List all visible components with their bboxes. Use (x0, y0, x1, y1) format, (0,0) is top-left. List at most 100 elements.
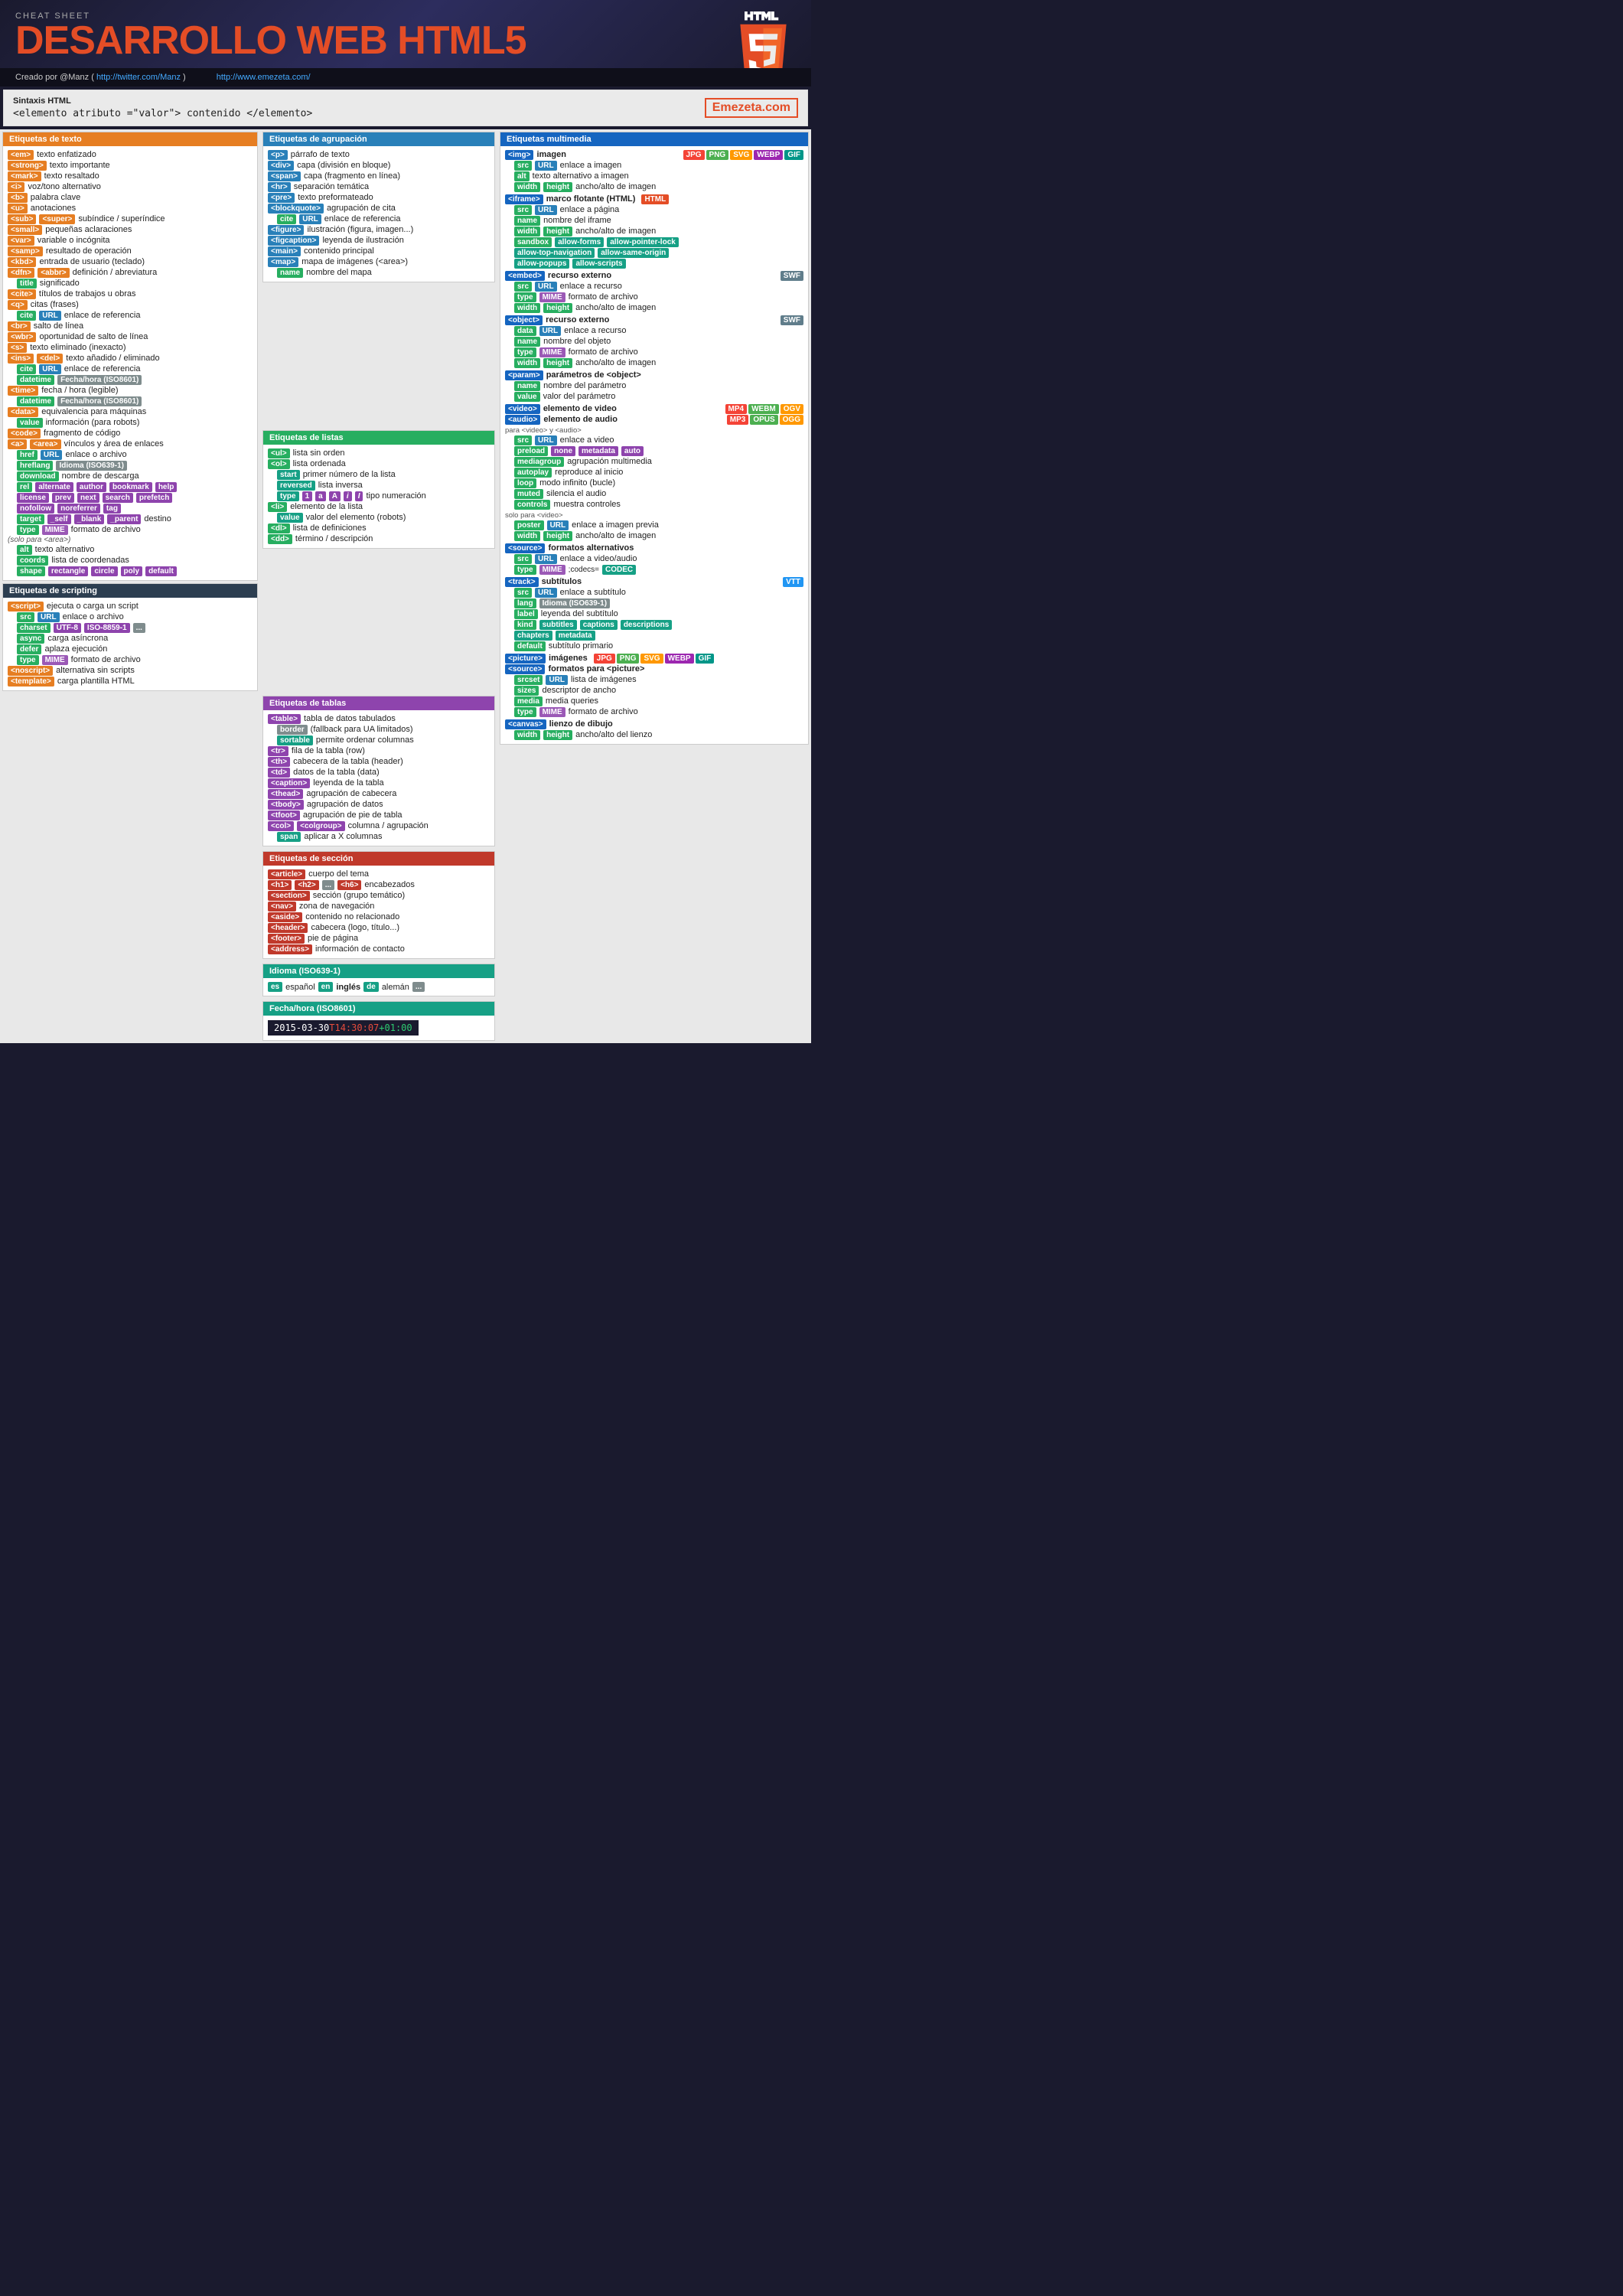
syntax-title: Sintaxis HTML (13, 96, 312, 106)
attr-url-img: URL (535, 161, 557, 171)
attr-muted: muted (514, 489, 543, 499)
attr-type-script: type (17, 655, 39, 665)
desc-src-track: enlace a subtítulo (560, 588, 626, 597)
attr-iso-ins: Fecha/hora (ISO8601) (57, 375, 142, 385)
desc-type-source-pic: formato de archivo (569, 707, 638, 716)
attr-href: href (17, 450, 37, 460)
desc-code: fragmento de código (44, 429, 120, 438)
attr-alt-area: alt (17, 545, 32, 555)
desc-src-iframe: enlace a página (560, 205, 620, 214)
val-circle: circle (91, 566, 117, 576)
etiquetas-multimedia-title: Etiquetas multimedia (500, 132, 808, 146)
desc-cite-ins: enlace de referencia (64, 364, 141, 373)
desc-wh-canvas: ancho/alto del lienzo (575, 730, 652, 739)
desc-em: texto enfatizado (37, 150, 96, 159)
desc-en: inglés (336, 983, 360, 992)
attr-url-q: URL (39, 311, 61, 321)
fmt-png-pic: PNG (617, 654, 640, 664)
tag-ins: <ins> (8, 354, 34, 364)
fmt-webm: WEBM (748, 404, 779, 414)
desc-video: elemento de video (543, 404, 617, 413)
datetime-display: 2015-03-30T14:30:07+01:00 (268, 1020, 419, 1035)
desc-wh-video: ancho/alto de imagen (575, 531, 656, 540)
desc-kbd: entrada de usuario (teclado) (39, 257, 145, 266)
val-subtitles: subtitles (539, 620, 577, 630)
val-iso: ISO-8859-1 (84, 623, 130, 633)
val-chapters: chapters (514, 631, 552, 641)
twitter-link[interactable]: http://twitter.com/Manz (96, 73, 181, 82)
tag-i: <i> (8, 182, 24, 192)
title-text: DESARROLLO WEB (15, 18, 397, 63)
attr-start: start (277, 470, 300, 480)
desc-b: palabra clave (31, 193, 80, 202)
datetime-date: 2015-03-30 (274, 1022, 329, 1033)
val-allow-same: allow-same-origin (598, 248, 669, 258)
tag-br: <br> (8, 321, 31, 331)
desc-async: carga asíncrona (47, 634, 108, 643)
desc-template: carga plantilla HTML (57, 677, 135, 686)
attr-url-va: URL (535, 435, 557, 445)
desc-iframe: marco flotante (HTML) (546, 194, 636, 204)
attr-width-object: width (514, 358, 540, 368)
fmt-gif: GIF (784, 150, 803, 160)
syntax-code: <elemento atributo ="valor"> contenido <… (13, 108, 312, 119)
val-parent: _parent (107, 514, 141, 524)
desc-srcset: lista de imágenes (571, 675, 637, 684)
tag-pre: <pre> (268, 193, 295, 203)
etiquetas-texto-section: Etiquetas de texto <em>texto enfatizado … (0, 129, 260, 693)
tag-h1: <h1> (268, 880, 292, 890)
desc-dd: término / descripción (295, 534, 373, 543)
tag-col: <col> (268, 821, 294, 831)
tag-header: <header> (268, 923, 308, 933)
tag-data: <data> (8, 407, 38, 417)
site-link[interactable]: http://www.emezeta.com/ (217, 73, 311, 82)
attr-height-video: height (543, 531, 572, 541)
desc-mediagroup: agrupación multimedia (567, 457, 652, 466)
tag-source-picture: <source> (505, 664, 545, 674)
attr-mediagroup: mediagroup (514, 457, 564, 467)
note-area: (solo para <area>) (8, 536, 70, 544)
desc-object: recurso externo (546, 315, 609, 325)
attr-url-ins: URL (39, 364, 61, 374)
tag-template: <template> (8, 677, 54, 687)
tag-span: <span> (268, 171, 301, 181)
attr-src-embed: src (514, 282, 532, 292)
codec-semicolon: ;codecs= (569, 566, 599, 574)
tag-time: <time> (8, 386, 38, 396)
attr-kind-track: kind (514, 620, 536, 630)
val-rectangle: rectangle (48, 566, 88, 576)
attr-data-object: data (514, 326, 536, 336)
attr-name-object: name (514, 337, 540, 347)
attr-mime-embed: MIME (539, 292, 565, 302)
tag-cite: <cite> (8, 289, 36, 299)
tag-kbd: <kbd> (8, 257, 36, 267)
desc-picture: imágenes (549, 654, 588, 663)
tag-q: <q> (8, 300, 28, 310)
attr-src-track: src (514, 588, 532, 598)
desc-title: significado (40, 279, 80, 288)
val-metadata: metadata (578, 446, 618, 456)
attr-iso639: Idioma (ISO639-1) (56, 461, 126, 471)
val-es: es (268, 982, 282, 992)
attr-label-track: label (514, 609, 538, 619)
val-i: i (344, 491, 352, 501)
attr-defer: defer (17, 644, 41, 654)
fmt-svg: SVG (730, 150, 752, 160)
etiquetas-multimedia-section: Etiquetas multimedia <img> imagen JPG PN… (497, 129, 811, 1043)
tag-h6: <h6> (337, 880, 361, 890)
attr-height-canvas: height (543, 730, 572, 740)
attr-name-map: name (277, 268, 303, 278)
desc-strong: texto importante (50, 161, 110, 170)
desc-src-source: enlace a video/audio (560, 554, 637, 563)
tag-audio: <audio> (505, 415, 540, 425)
desc-data-object: enlace a recurso (564, 326, 626, 335)
attr-default-track: default (514, 641, 546, 651)
tag-picture: <picture> (505, 654, 546, 664)
badge-vtt: VTT (783, 577, 803, 587)
val-auto: auto (621, 446, 644, 456)
val-utf8: UTF-8 (54, 623, 81, 633)
desc-q: citas (frases) (31, 300, 79, 309)
attr-width-img: width (514, 182, 540, 192)
tag-b: <b> (8, 193, 28, 203)
val-search: search (103, 493, 133, 503)
